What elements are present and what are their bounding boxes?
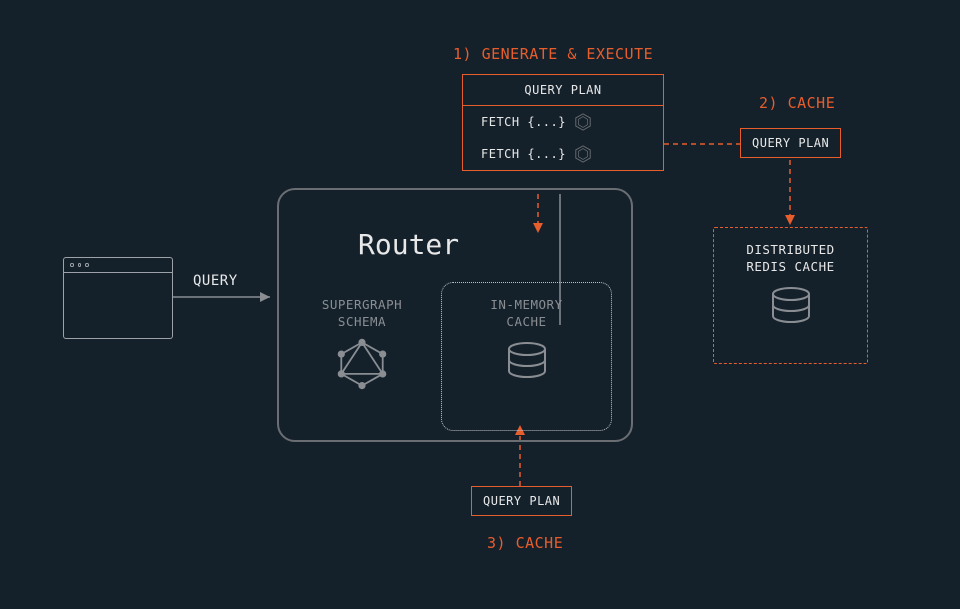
graphql-hex-icon bbox=[574, 113, 592, 131]
redis-line2: REDIS CACHE bbox=[714, 259, 867, 274]
supergraph-line2: SCHEMA bbox=[302, 314, 422, 329]
supergraph-line1: SUPERGRAPH bbox=[302, 297, 422, 312]
fetch-label: FETCH {...} bbox=[481, 147, 566, 161]
supergraph-block: SUPERGRAPH SCHEMA bbox=[302, 297, 422, 395]
fetch-row: FETCH {...} bbox=[463, 138, 663, 170]
client-window bbox=[63, 257, 173, 339]
window-dot bbox=[70, 263, 74, 267]
step-3-label: 3) CACHE bbox=[487, 534, 563, 552]
query-plan-header: QUERY PLAN bbox=[463, 75, 663, 106]
database-icon bbox=[767, 286, 815, 326]
inmemory-line2: CACHE bbox=[442, 314, 611, 329]
window-dot bbox=[85, 263, 89, 267]
step-2-label: 2) CACHE bbox=[759, 94, 835, 112]
query-plan-tag-local: QUERY PLAN bbox=[471, 486, 572, 516]
query-plan-tag-remote: QUERY PLAN bbox=[740, 128, 841, 158]
fetch-label: FETCH {...} bbox=[481, 115, 566, 129]
redis-line1: DISTRIBUTED bbox=[714, 242, 867, 257]
database-icon bbox=[503, 341, 551, 381]
fetch-row: FETCH {...} bbox=[463, 106, 663, 138]
redis-cache-box: DISTRIBUTED REDIS CACHE bbox=[713, 227, 868, 364]
graphql-hex-icon bbox=[574, 145, 592, 163]
query-label: QUERY bbox=[193, 273, 238, 289]
inmemory-cache-box: IN-MEMORY CACHE bbox=[441, 282, 612, 431]
window-titlebar bbox=[64, 258, 172, 273]
inmemory-line1: IN-MEMORY bbox=[442, 297, 611, 312]
graph-icon bbox=[335, 337, 389, 391]
step-1-label: 1) GENERATE & EXECUTE bbox=[453, 45, 653, 63]
window-dot bbox=[78, 263, 82, 267]
query-plan-box: QUERY PLAN FETCH {...} FETCH {...} bbox=[462, 74, 664, 171]
router-title: Router bbox=[358, 228, 459, 261]
